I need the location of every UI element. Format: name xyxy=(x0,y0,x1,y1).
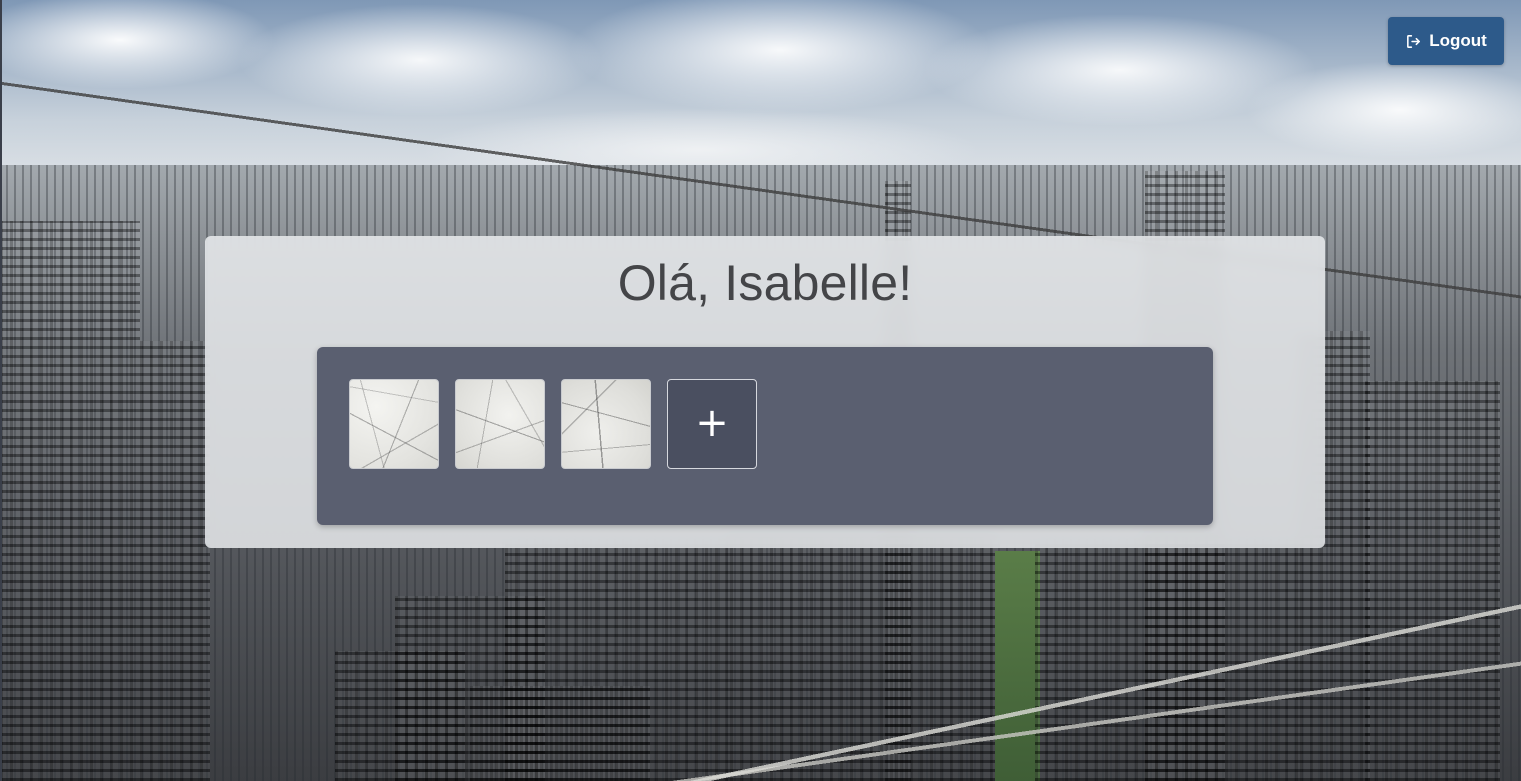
add-image-button[interactable]: + xyxy=(667,379,757,469)
image-tiles: + xyxy=(349,379,757,469)
image-thumbnail[interactable] xyxy=(349,379,439,469)
window-edge xyxy=(0,0,2,781)
logout-label: Logout xyxy=(1429,31,1487,50)
logout-icon xyxy=(1407,34,1421,48)
image-thumbnail[interactable] xyxy=(455,379,545,469)
image-thumbnail[interactable] xyxy=(561,379,651,469)
image-gallery-panel: + xyxy=(317,347,1213,525)
plus-icon: + xyxy=(695,400,729,446)
greeting-title: Olá, Isabelle! xyxy=(617,255,913,311)
logout-button[interactable]: Logout xyxy=(1388,17,1504,65)
